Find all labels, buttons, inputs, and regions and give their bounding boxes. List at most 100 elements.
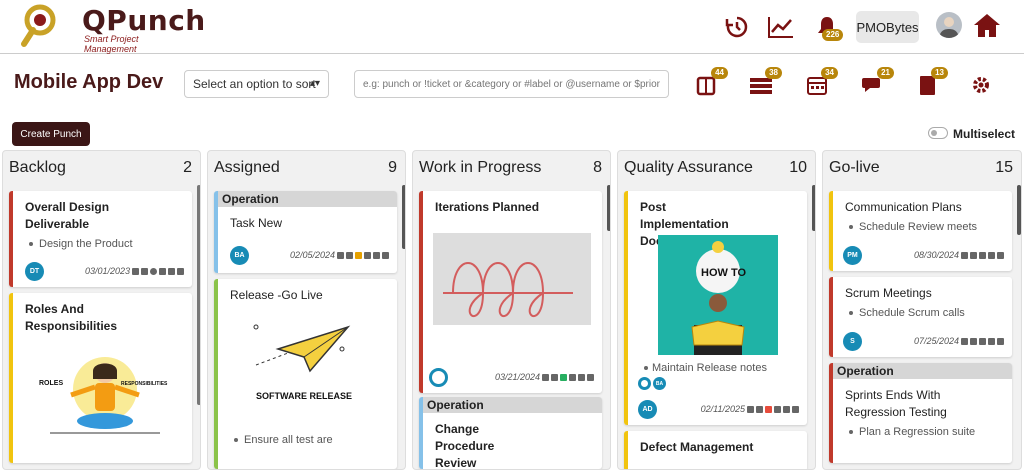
- archive-icon[interactable]: [774, 405, 781, 413]
- trash-icon[interactable]: [997, 251, 1004, 259]
- due-date: 02/05/2024: [289, 250, 335, 260]
- archive-icon[interactable]: [979, 251, 986, 259]
- assignee-avatar[interactable]: DT: [25, 261, 44, 281]
- punch-card[interactable]: Operation Change Procedure Review: [419, 397, 602, 469]
- punch-card[interactable]: Operation Sprints Ends With Regression T…: [829, 363, 1012, 463]
- notifications-icon[interactable]: 226: [812, 12, 844, 42]
- history-icon[interactable]: [722, 12, 752, 42]
- archive-icon[interactable]: [979, 337, 986, 345]
- logo-mark-icon: [21, 4, 56, 47]
- column-scrollbar[interactable]: [812, 185, 815, 231]
- column-count: 15: [995, 159, 1013, 176]
- card-title: Task New: [230, 216, 283, 230]
- calendar-count-badge: 34: [821, 67, 838, 79]
- card-stripe: [9, 293, 13, 463]
- card-subtask: Maintain Release notes: [624, 357, 779, 374]
- due-date: 07/25/2024: [913, 336, 959, 346]
- column-count: 8: [593, 159, 602, 176]
- punch-card[interactable]: Iterations Planned 03/21/2024: [419, 191, 602, 393]
- column-title: Work in Progress: [419, 159, 542, 176]
- priority-icon: [560, 373, 567, 381]
- board-view-button[interactable]: 44: [694, 67, 728, 97]
- assignee-avatar[interactable]: BA: [230, 245, 249, 265]
- column-title: Go-live: [829, 159, 880, 176]
- card-title: Overall Design Deliverable: [25, 200, 110, 231]
- calendar-icon: [132, 267, 139, 275]
- punch-card[interactable]: Roles And Responsibilities ROLES RESPONS…: [9, 293, 192, 463]
- due-date: 03/21/2024: [494, 372, 540, 382]
- archive-icon[interactable]: [364, 251, 371, 259]
- card-group-label: Operation: [218, 191, 397, 207]
- column-scrollbar[interactable]: [1017, 185, 1021, 235]
- multiselect-toggle[interactable]: [928, 127, 948, 139]
- settings-button[interactable]: [968, 73, 994, 97]
- watcher-avatar[interactable]: [638, 377, 651, 390]
- archive-icon[interactable]: [159, 267, 166, 275]
- assignee-avatar[interactable]: AD: [638, 399, 657, 419]
- project-toolbar: Mobile App Dev Select an option to sort …: [0, 55, 1024, 115]
- chat-button[interactable]: 21: [860, 67, 894, 97]
- column-scrollbar[interactable]: [197, 185, 200, 405]
- roles-illustration: ROLES RESPONSIBILITIES: [39, 357, 168, 434]
- home-icon[interactable]: [972, 10, 1002, 40]
- card-stripe: [214, 191, 218, 273]
- app-logo[interactable]: QPunch Smart Project Management: [18, 4, 205, 54]
- list-view-button[interactable]: 38: [748, 67, 782, 97]
- archive-icon[interactable]: [569, 373, 576, 381]
- link-icon: [346, 251, 353, 259]
- copy-icon[interactable]: [373, 251, 380, 259]
- card-subtask: Schedule Review meets: [829, 216, 1012, 233]
- punch-card[interactable]: Post Implementation Documents HOW TO Mai…: [624, 191, 807, 425]
- card-stripe: [419, 191, 423, 393]
- card-subtask: Plan a Regression suite: [829, 421, 1012, 438]
- trash-icon[interactable]: [997, 337, 1004, 345]
- punch-card[interactable]: Communication Plans Schedule Review meet…: [829, 191, 1012, 271]
- notebook-button[interactable]: 13: [914, 67, 948, 97]
- trash-icon[interactable]: [792, 405, 799, 413]
- watcher-avatar[interactable]: BA: [653, 377, 666, 390]
- column-scrollbar[interactable]: [402, 185, 405, 249]
- user-menu-button[interactable]: PMOBytes: [856, 11, 919, 43]
- punch-card[interactable]: Release -Go Live SOFTWARE RELEASE Ensure…: [214, 279, 397, 469]
- column-count: 9: [388, 159, 397, 176]
- top-navbar: QPunch Smart Project Management 226 PMOB…: [0, 0, 1024, 54]
- punch-card[interactable]: Scrum Meetings Schedule Scrum calls S 07…: [829, 277, 1012, 357]
- column-count: 10: [789, 159, 807, 176]
- user-avatar[interactable]: [936, 12, 962, 38]
- app-tagline: Smart Project Management: [84, 34, 139, 54]
- create-punch-button[interactable]: Create Punch: [12, 122, 90, 146]
- card-subtask: Schedule Scrum calls: [829, 302, 1012, 319]
- notifications-count-badge: 226: [822, 29, 844, 41]
- copy-icon[interactable]: [783, 405, 790, 413]
- card-title: Change Procedure Review: [435, 422, 495, 469]
- assignee-avatar[interactable]: S: [843, 331, 862, 351]
- card-title: Roles And Responsibilities: [25, 302, 118, 333]
- assignee-avatar[interactable]: [429, 367, 448, 387]
- project-title: Mobile App Dev: [14, 71, 164, 93]
- calendar-icon: [747, 405, 754, 413]
- column-count: 2: [183, 159, 192, 176]
- punch-card[interactable]: Overall Design Deliverable Design the Pr…: [9, 191, 192, 287]
- copy-icon[interactable]: [988, 337, 995, 345]
- priority-icon: [765, 405, 772, 413]
- card-title: Release -Go Live: [230, 288, 323, 302]
- link-icon: [970, 251, 977, 259]
- column-title: Backlog: [9, 159, 66, 176]
- copy-icon[interactable]: [988, 251, 995, 259]
- sort-select[interactable]: Select an option to sort ▴▾: [184, 70, 329, 98]
- column-title: Quality Assurance: [624, 159, 753, 176]
- card-title: Communication Plans: [845, 200, 962, 214]
- punch-card[interactable]: Defect Management: [624, 431, 807, 469]
- trash-icon[interactable]: [382, 251, 389, 259]
- search-input[interactable]: [354, 70, 669, 98]
- assignee-avatar[interactable]: PM: [843, 245, 862, 265]
- analytics-icon[interactable]: [766, 12, 796, 42]
- trash-icon[interactable]: [587, 373, 594, 381]
- copy-icon[interactable]: [168, 267, 175, 275]
- copy-icon[interactable]: [578, 373, 585, 381]
- column-scrollbar[interactable]: [607, 185, 610, 231]
- calendar-view-button[interactable]: 34: [804, 67, 838, 97]
- punch-card[interactable]: Operation Task New BA 02/05/2024: [214, 191, 397, 273]
- card-subtask: Design the Product: [9, 233, 192, 250]
- trash-icon[interactable]: [177, 267, 184, 275]
